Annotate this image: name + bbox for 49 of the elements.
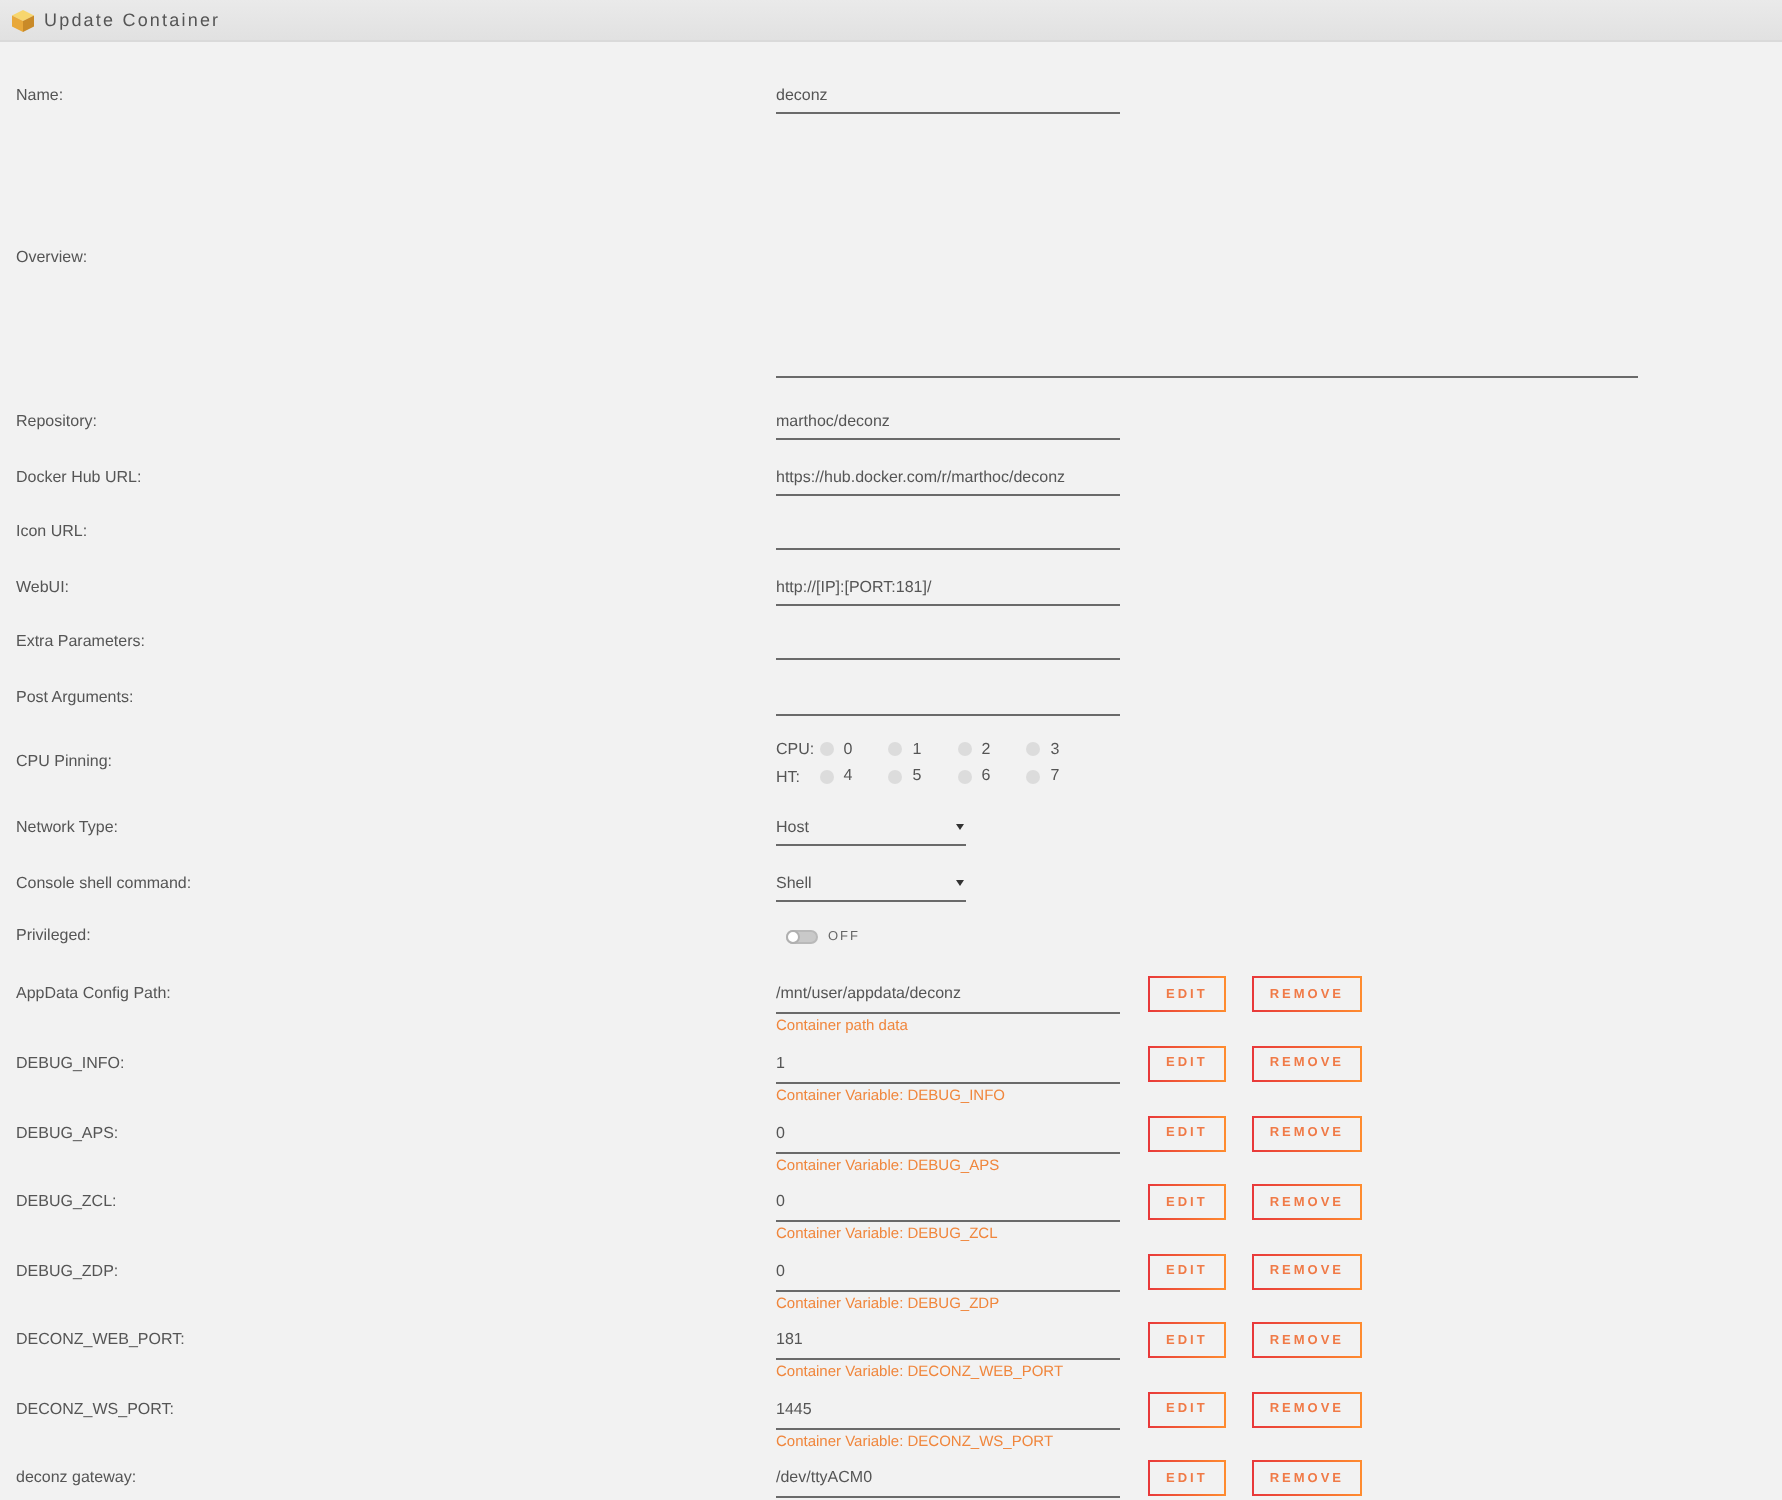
text-field[interactable]: deconz [776, 77, 1120, 114]
text-field[interactable]: 1 [776, 1043, 1120, 1084]
core-number: 4 [843, 766, 853, 787]
text-field[interactable]: marthoc/deconz [776, 403, 1120, 440]
cube-icon [12, 9, 34, 31]
core-number: 0 [843, 739, 853, 760]
field-label: Name: [16, 85, 64, 106]
cpu-row-label: HT: [776, 767, 802, 786]
text-field[interactable]: 0 [776, 1251, 1120, 1292]
core-number: 1 [912, 739, 922, 760]
text-field[interactable]: /dev/ttyACM0 [776, 1458, 1120, 1499]
caret-icon [956, 823, 964, 830]
dropdown-select[interactable]: Host [776, 809, 966, 846]
text-field[interactable]: 0 [776, 1113, 1120, 1153]
field-label: Docker Hub URL: [16, 467, 142, 488]
core-number: 7 [1050, 766, 1060, 787]
text-field[interactable]: /mnt/user/appdata/deconz [776, 974, 1120, 1015]
field-label: deconz gateway: [16, 1466, 137, 1491]
toggle-switch[interactable] [786, 929, 818, 944]
field-label: Privileged: [16, 926, 91, 947]
field-label: Extra Parameters: [16, 632, 145, 653]
caret-icon [956, 879, 964, 886]
field-label: Repository: [16, 411, 97, 432]
text-field[interactable]: http://[IP]:[PORT:181]/ [776, 569, 1120, 606]
text-field[interactable]: 1445 [776, 1389, 1120, 1430]
core-number: 5 [912, 766, 922, 787]
dropdown-select[interactable]: Shell [776, 865, 966, 902]
field-label: Icon URL: [16, 522, 88, 543]
field-label: CPU Pinning: [16, 752, 113, 773]
field-label: Overview: [16, 248, 88, 269]
core-number: 3 [1050, 739, 1060, 760]
window-title: Update Container [44, 10, 221, 30]
text-field[interactable]: 181 [776, 1320, 1120, 1361]
field-label: DEBUG_ZCL: [16, 1190, 117, 1215]
field-label: AppData Config Path: [16, 982, 171, 1007]
field-label: DEBUG_INFO: [16, 1051, 125, 1076]
core-number: 2 [981, 739, 991, 760]
field-label: WebUI: [16, 577, 70, 598]
text-field[interactable]: https://hub.docker.com/r/marthoc/deconz [776, 459, 1120, 496]
field-label: DECONZ_WEB_PORT: [16, 1328, 185, 1353]
core-number: 6 [981, 766, 991, 787]
field-label: DECONZ_WS_PORT: [16, 1397, 174, 1422]
field-label: DEBUG_ZDP: [16, 1259, 119, 1284]
field-label: Post Arguments: [16, 687, 134, 708]
field-label: Console shell command: [16, 873, 192, 894]
field-label: DEBUG_APS: [16, 1121, 119, 1146]
field-label: Network Type: [16, 817, 118, 838]
cpu-row-label: CPU: [776, 740, 817, 759]
text-field[interactable]: 0 [776, 1182, 1120, 1223]
